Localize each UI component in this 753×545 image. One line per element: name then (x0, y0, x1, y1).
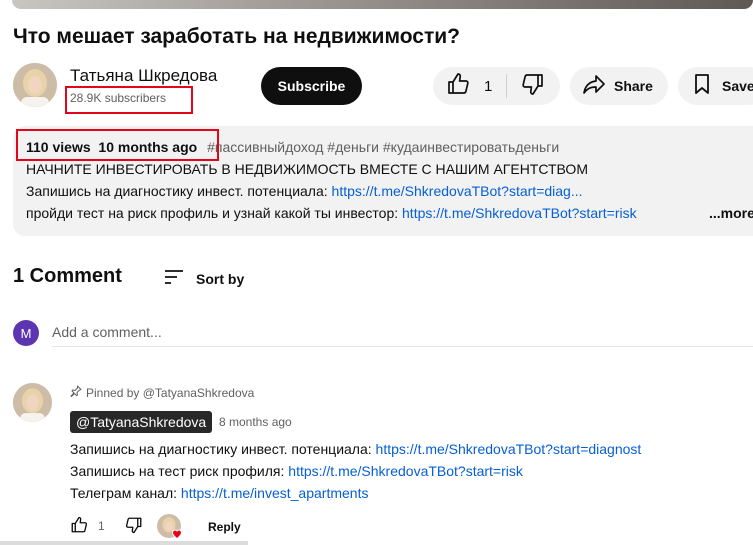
thumbs-up-icon (446, 72, 470, 101)
comment-like-button[interactable] (70, 516, 88, 537)
share-label: Share (614, 78, 653, 94)
share-button[interactable]: Share (570, 67, 668, 105)
sort-lines-icon (162, 265, 186, 292)
channel-name[interactable]: Татьяна Шкредова (70, 66, 217, 86)
horizontal-scrollbar[interactable] (0, 541, 248, 545)
hashtags[interactable]: #пассивныйдоход #деньги #кудаинвестирова… (207, 139, 559, 155)
add-comment-input[interactable]: Add a comment... (52, 324, 162, 340)
comment-line-1-text: Запишись на диагностику инвест. потенциа… (70, 441, 376, 457)
add-comment-underline (52, 346, 753, 347)
comment-line-3-text: Телеграм канал: (70, 485, 181, 501)
description-line-2-text: Запишись на диагностику инвест. потенциа… (26, 183, 332, 199)
show-more-button[interactable]: ...more (705, 205, 753, 221)
video-player-bottom-edge[interactable] (0, 0, 753, 9)
comment-like-count: 1 (98, 519, 105, 533)
save-label: Save (722, 78, 753, 94)
video-title: Что мешает заработать на недвижимости? (13, 25, 460, 48)
description-line-1: НАЧНИТЕ ИНВЕСТИРОВАТЬ В НЕДВИЖИМОСТЬ ВМЕ… (26, 161, 588, 177)
comment-thumbs-down-icon (125, 516, 143, 537)
comments-count: 1 Comment (13, 265, 122, 287)
description-line-3-text: пройди тест на риск профиль и узнай како… (26, 205, 403, 221)
share-arrow-icon (582, 72, 606, 101)
comment-line-2: Запишись на тест риск профиля: https://t… (70, 463, 523, 479)
comment-author-chip[interactable]: @TatyanaShkredova (70, 411, 213, 433)
pinned-label: Pinned by @TatyanaShkredova (86, 385, 255, 400)
user-avatar: M (13, 320, 39, 346)
comment-line-1: Запишись на диагностику инвест. потенциа… (70, 441, 641, 457)
comment-dislike-button[interactable] (125, 516, 143, 537)
description-line-2: Запишись на диагностику инвест. потенциа… (26, 183, 583, 199)
comment-diagnostic-link[interactable]: https://t.me/ShkredovaTBot?start=diagnos… (376, 441, 642, 457)
comment-thumbs-up-icon (70, 516, 88, 537)
comment-telegram-link[interactable]: https://t.me/invest_apartments (181, 485, 369, 501)
comment-author-avatar[interactable] (13, 383, 52, 422)
channel-avatar[interactable] (13, 63, 57, 107)
creator-heart-avatar (156, 514, 183, 540)
subscriber-count: 28.9K subscribers (70, 91, 167, 105)
views-highlight-box (16, 129, 219, 161)
diagnostic-link[interactable]: https://t.me/ShkredovaTBot?start=diag... (332, 183, 583, 199)
comment-line-2-text: Запишись на тест риск профиля: (70, 463, 289, 479)
comment-age[interactable]: 8 months ago (219, 415, 292, 429)
like-button[interactable]: 1 (433, 67, 502, 105)
heart-icon (171, 528, 183, 540)
comment-line-3: Телеграм канал: https://t.me/invest_apar… (70, 485, 368, 501)
like-count: 1 (484, 77, 493, 95)
comment-risk-link[interactable]: https://t.me/ShkredovaTBot?start=risk (288, 463, 523, 479)
thumbs-down-icon (521, 72, 545, 101)
save-button[interactable]: Save (678, 67, 753, 105)
pin-icon (70, 385, 82, 400)
reply-button[interactable]: Reply (208, 520, 241, 534)
bookmark-icon (690, 72, 714, 101)
sort-by-button[interactable]: Sort by (162, 265, 244, 292)
dislike-button[interactable] (507, 67, 545, 105)
comment-actions: 1 (70, 514, 183, 540)
subscribe-button[interactable]: Subscribe (261, 67, 362, 105)
like-dislike-bar: 1 (433, 67, 560, 105)
sort-by-label: Sort by (196, 270, 245, 287)
description-line-3: пройди тест на риск профиль и узнай како… (26, 205, 637, 221)
risk-test-link[interactable]: https://t.me/ShkredovaTBot?start=risk (402, 205, 637, 221)
pinned-indicator: Pinned by @TatyanaShkredova (70, 385, 254, 400)
